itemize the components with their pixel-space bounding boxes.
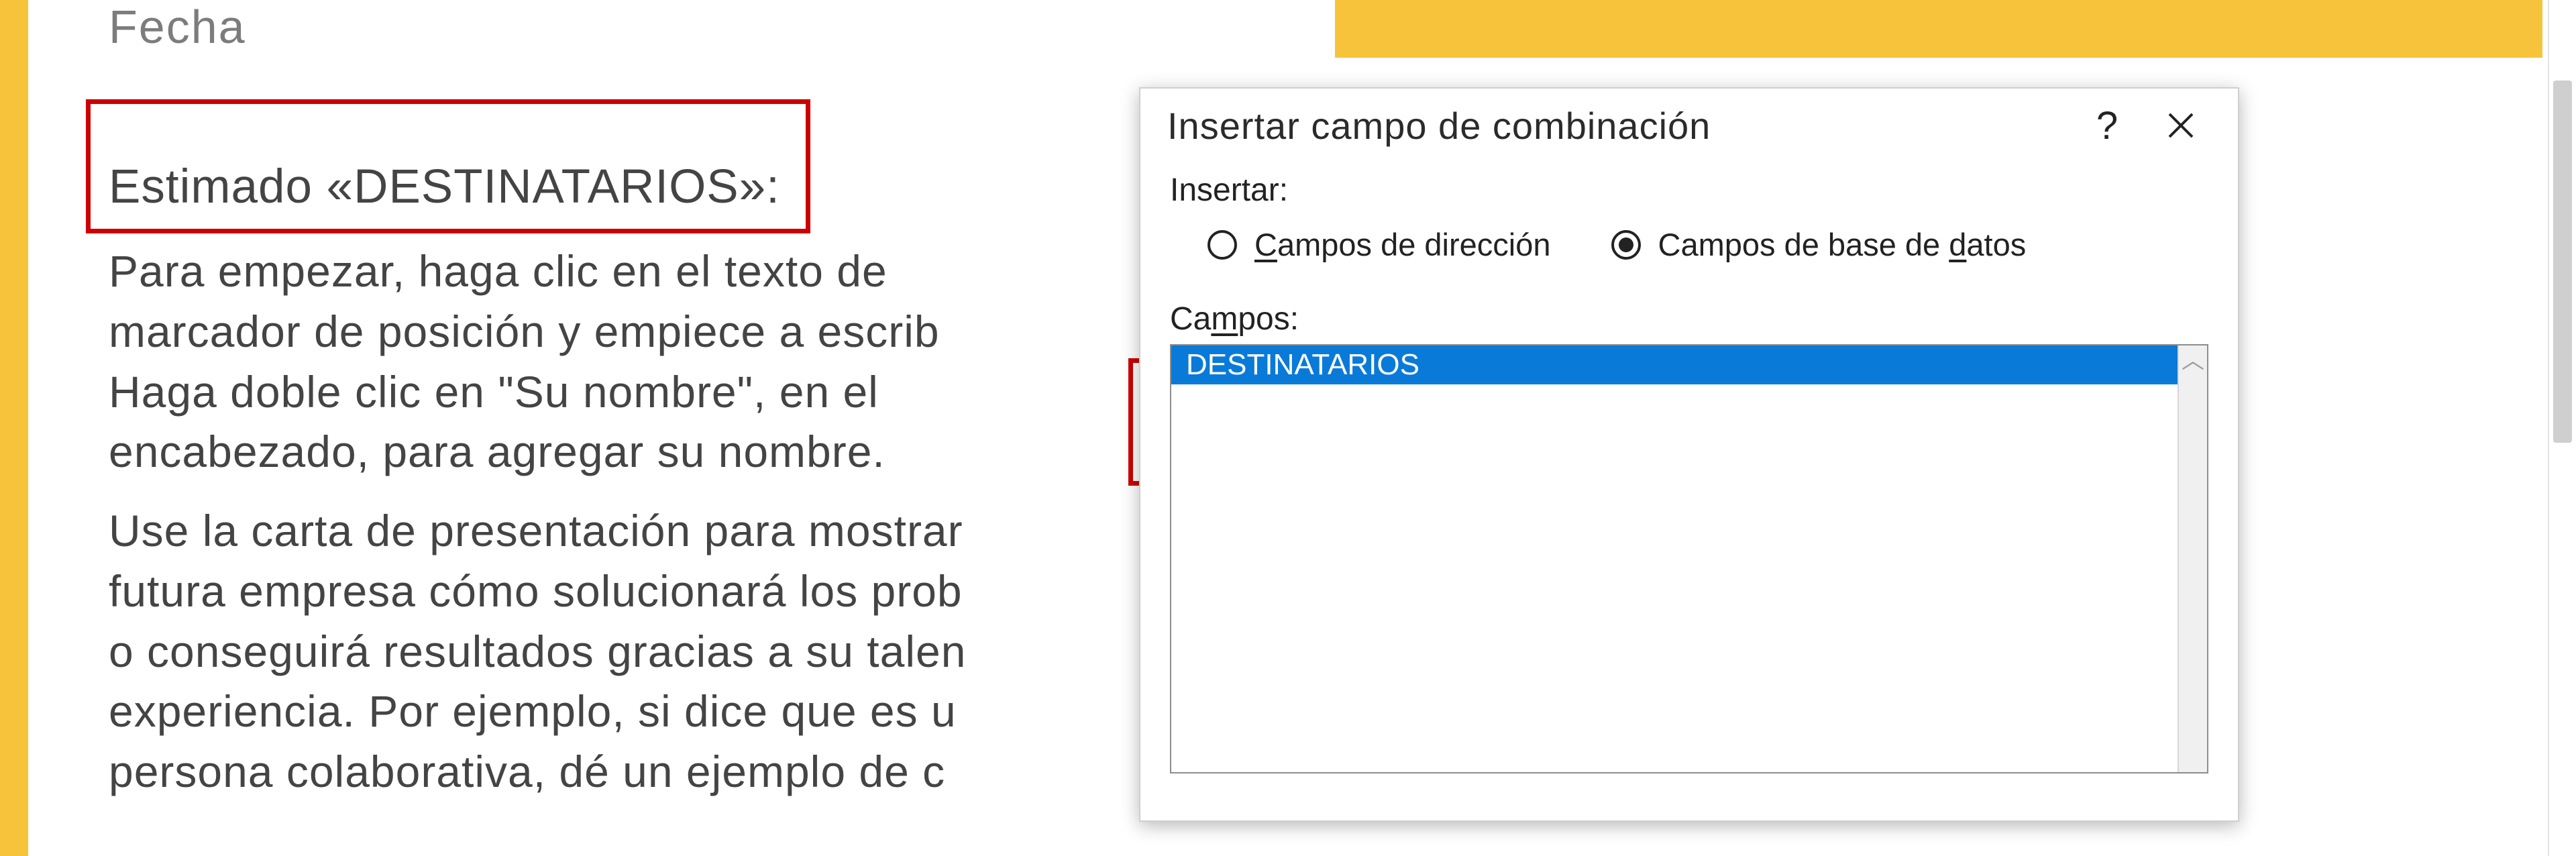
radio-address-fields[interactable]: Campos de dirección: [1208, 226, 1551, 263]
close-icon: [2167, 111, 2195, 140]
radio-address-rest: ampos de dirección: [1277, 227, 1551, 262]
radio-address-underline: C: [1254, 227, 1277, 262]
radio-icon: [1611, 230, 1641, 260]
body-line: encabezado, para agregar su nombre.: [109, 427, 885, 476]
body-line: Para empezar, haga clic en el texto de: [109, 246, 888, 296]
close-button[interactable]: [2144, 99, 2218, 152]
radio-db-pre: Campos de base de: [1658, 227, 1949, 262]
insert-section-label: Insertar:: [1170, 172, 2208, 209]
body-line: futura empresa cómo solucionará los prob: [109, 566, 963, 616]
scrollbar-thumb[interactable]: [2553, 81, 2572, 443]
body-line: marcador de posición y empiece a escrib: [109, 307, 940, 356]
document-area: Fecha Estimado «DESTINATARIOS»: Para emp…: [28, 0, 2576, 856]
fields-listbox[interactable]: DESTINATARIOS ︿: [1170, 344, 2208, 773]
scroll-up-icon[interactable]: ︿: [2182, 350, 2204, 372]
radio-db-underline: d: [1949, 227, 1966, 262]
body-text[interactable]: Para empezar, haga clic en el texto de m…: [109, 242, 1182, 821]
page-left-stripe: [0, 0, 28, 856]
listbox-scrollbar[interactable]: ︿: [2178, 345, 2207, 772]
fields-section-label: Campos:: [1170, 301, 2208, 337]
body-line: Use la carta de presentación para mostra…: [109, 506, 963, 555]
fecha-placeholder[interactable]: Fecha: [109, 0, 246, 54]
radio-icon: [1208, 230, 1237, 260]
field-item-destinatarios[interactable]: DESTINATARIOS: [1171, 345, 2178, 384]
radio-database-fields[interactable]: Campos de base de datos: [1611, 226, 2027, 263]
body-line: experiencia. Por ejemplo, si dice que es…: [109, 686, 957, 736]
body-line: persona colaborativa, dé un ejemplo de c: [109, 747, 945, 796]
header-yellow-block: [1335, 0, 2542, 58]
insert-radio-group: Campos de dirección Campos de base de da…: [1170, 226, 2208, 263]
body-line: o conseguirá resultados gracias a su tal…: [109, 627, 966, 676]
greeting-line[interactable]: Estimado «DESTINATARIOS»:: [109, 160, 780, 214]
insert-merge-field-dialog: Insertar campo de combinación ? Insertar…: [1139, 87, 2239, 822]
dialog-titlebar[interactable]: Insertar campo de combinación ?: [1140, 89, 2238, 162]
radio-db-post: atos: [1966, 227, 2026, 262]
dialog-title: Insertar campo de combinación: [1167, 104, 1711, 148]
body-line: Haga doble clic en "Su nombre", en el: [109, 367, 879, 417]
window-scrollbar[interactable]: [2548, 0, 2576, 856]
help-button[interactable]: ?: [2070, 99, 2144, 152]
